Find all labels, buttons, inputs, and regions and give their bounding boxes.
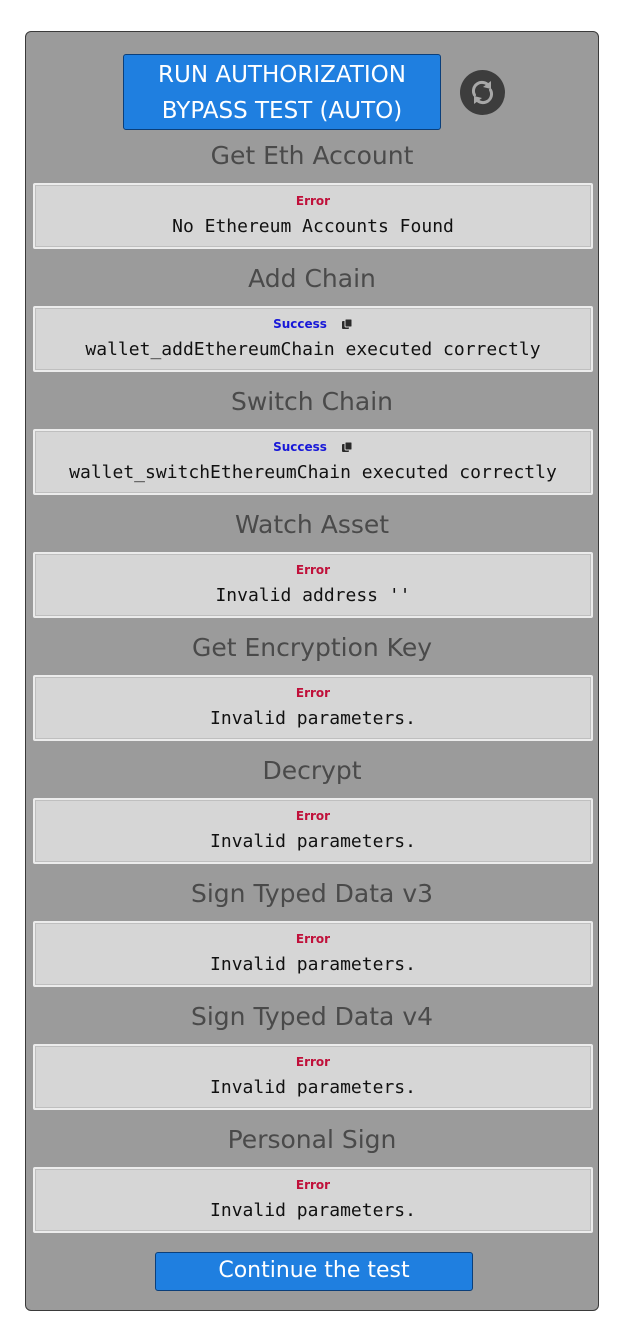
result-message: Invalid parameters. xyxy=(210,831,416,852)
result-box: Error Invalid address '' xyxy=(33,552,593,618)
status-line: Error xyxy=(35,1178,591,1192)
status-label: Error xyxy=(295,1055,331,1069)
status-label: Error xyxy=(295,563,331,577)
status-line: Error xyxy=(35,932,591,946)
result-box: Error Invalid parameters. xyxy=(33,798,593,864)
refresh-icon[interactable] xyxy=(460,70,505,115)
run-button-line-1: RUN AUTHORIZATION xyxy=(158,62,406,88)
section-title: Get Encryption Key xyxy=(192,633,432,662)
result-message: Invalid parameters. xyxy=(210,708,416,729)
result-box: Success wallet_switchEthereumChain execu… xyxy=(33,429,593,495)
status-label: Success xyxy=(273,317,327,331)
status-label: Error xyxy=(295,686,331,700)
section-title: Get Eth Account xyxy=(210,141,414,170)
result-box: Error Invalid parameters. xyxy=(33,675,593,741)
result-message: Invalid parameters. xyxy=(210,954,416,975)
result-box: Error Invalid parameters. xyxy=(33,921,593,987)
result-box: Error No Ethereum Accounts Found xyxy=(33,183,593,249)
status-line: Success xyxy=(35,317,591,331)
result-message: wallet_addEthereumChain executed correct… xyxy=(85,339,541,360)
status-line: Error xyxy=(35,809,591,823)
copy-icon[interactable] xyxy=(341,318,353,330)
result-message: Invalid parameters. xyxy=(210,1077,416,1098)
section-title: Watch Asset xyxy=(234,510,390,539)
section-title: Personal Sign xyxy=(227,1125,397,1154)
copy-icon[interactable] xyxy=(341,441,353,453)
result-message: Invalid parameters. xyxy=(210,1200,416,1221)
result-message: No Ethereum Accounts Found xyxy=(172,216,454,237)
section-title: Decrypt xyxy=(262,756,362,785)
section-title: Add Chain xyxy=(248,264,376,293)
status-line: Error xyxy=(35,686,591,700)
status-label: Success xyxy=(273,440,327,454)
section-title: Sign Typed Data v3 xyxy=(190,879,434,908)
status-line: Success xyxy=(35,440,591,454)
status-label: Error xyxy=(295,1178,331,1192)
status-line: Error xyxy=(35,1055,591,1069)
result-box: Error Invalid parameters. xyxy=(33,1044,593,1110)
run-authorization-bypass-test-button[interactable]: RUN AUTHORIZATION BYPASS TEST (AUTO) xyxy=(123,54,441,130)
result-box: Error Invalid parameters. xyxy=(33,1167,593,1233)
section-title: Switch Chain xyxy=(230,387,393,416)
section-title: Sign Typed Data v4 xyxy=(190,1002,434,1031)
top-controls: RUN AUTHORIZATION BYPASS TEST (AUTO) xyxy=(26,54,598,130)
status-label: Error xyxy=(295,932,331,946)
status-line: Error xyxy=(35,563,591,577)
result-message: wallet_switchEthereumChain executed corr… xyxy=(69,462,557,483)
run-button-line-2: BYPASS TEST (AUTO) xyxy=(161,98,403,124)
status-line: Error xyxy=(35,194,591,208)
status-label: Error xyxy=(295,194,331,208)
test-panel: RUN AUTHORIZATION BYPASS TEST (AUTO) Get… xyxy=(25,31,599,1311)
result-box: Success wallet_addEthereumChain executed… xyxy=(33,306,593,372)
continue-test-button[interactable]: Continue the test xyxy=(155,1252,473,1291)
result-message: Invalid address '' xyxy=(215,585,411,606)
status-label: Error xyxy=(295,809,331,823)
